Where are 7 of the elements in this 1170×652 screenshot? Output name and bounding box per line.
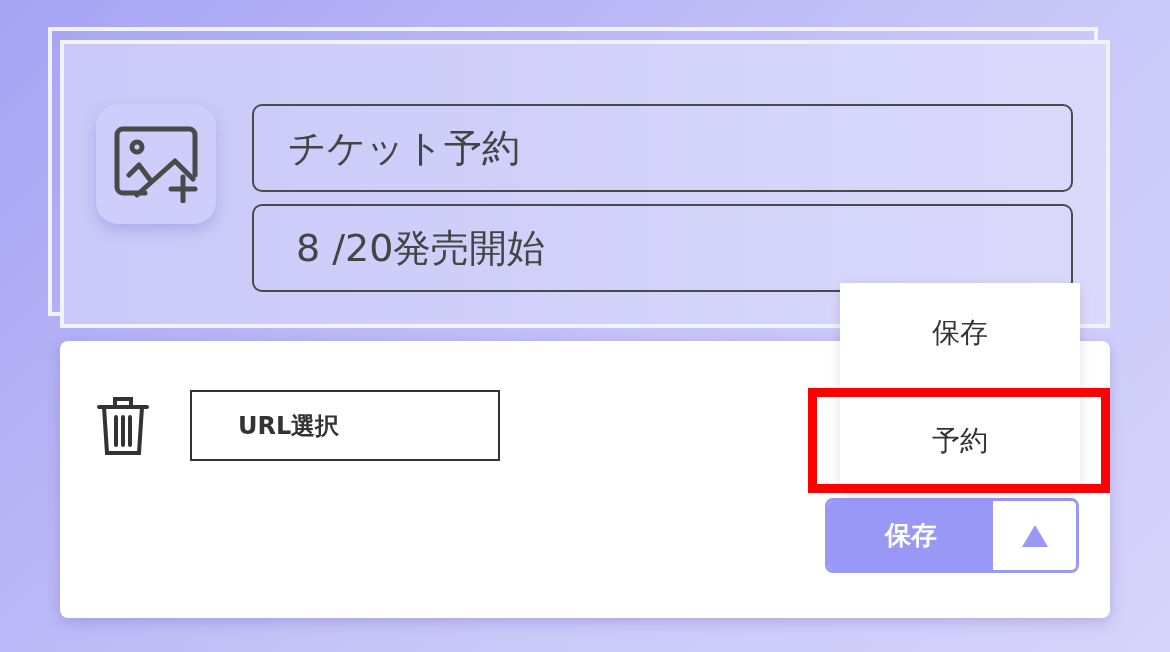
menu-item[interactable]: 予約 <box>840 397 1080 484</box>
text-field[interactable]: チケット予約 <box>252 104 1073 192</box>
trash-icon[interactable] <box>96 394 150 457</box>
add-image-icon[interactable] <box>113 125 199 203</box>
url-select-field[interactable]: URL選択 <box>190 390 500 461</box>
caret-icon <box>1020 523 1049 548</box>
menu-item[interactable]: 保存 <box>840 283 1080 383</box>
